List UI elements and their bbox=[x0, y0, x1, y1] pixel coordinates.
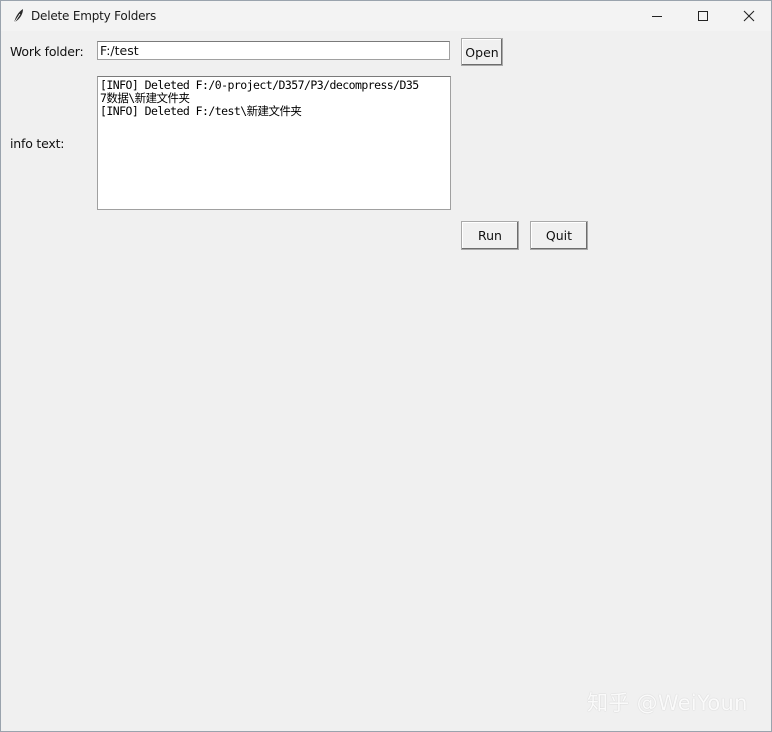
close-icon bbox=[743, 10, 755, 22]
window-title: Delete Empty Folders bbox=[31, 9, 157, 23]
work-folder-label: Work folder: bbox=[10, 44, 84, 59]
open-button[interactable]: Open bbox=[461, 38, 503, 66]
close-button[interactable] bbox=[726, 1, 771, 31]
app-window: Delete Empty Folders Work folder: F:/tes… bbox=[0, 0, 772, 732]
work-folder-input[interactable]: F:/test bbox=[97, 41, 450, 60]
log-line: [INFO] Deleted F:/test\新建文件夹 bbox=[100, 104, 302, 118]
feather-icon bbox=[13, 9, 23, 24]
info-textarea[interactable]: [INFO] Deleted F:/0-project/D357/P3/deco… bbox=[97, 76, 451, 210]
title-bar[interactable]: Delete Empty Folders bbox=[1, 1, 771, 31]
maximize-icon bbox=[698, 11, 708, 21]
maximize-button[interactable] bbox=[680, 1, 726, 31]
quit-button[interactable]: Quit bbox=[530, 221, 588, 250]
minimize-icon bbox=[652, 16, 662, 17]
info-text-label: info text: bbox=[10, 136, 65, 151]
minimize-button[interactable] bbox=[634, 1, 680, 31]
watermark-text: 知乎 @WeiYoun bbox=[587, 691, 748, 715]
run-button[interactable]: Run bbox=[461, 221, 519, 250]
